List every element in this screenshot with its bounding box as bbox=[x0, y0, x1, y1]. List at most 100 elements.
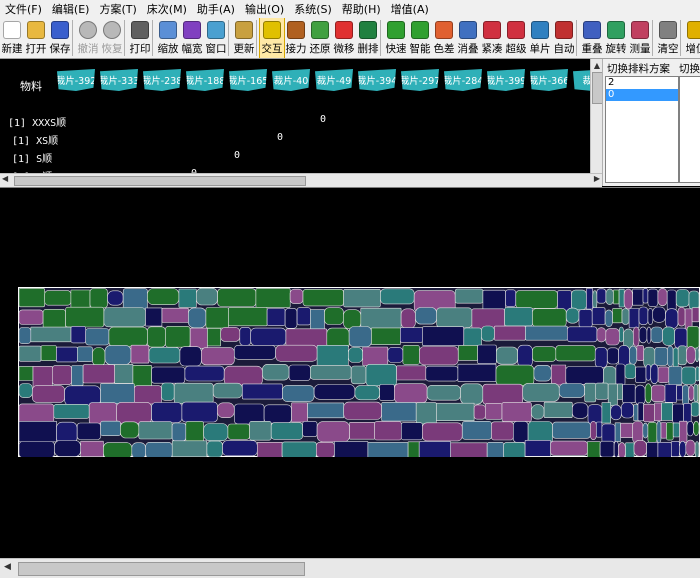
piece-thumbnail[interactable]: 裁片-394 bbox=[358, 69, 396, 91]
marker-piece[interactable] bbox=[684, 403, 692, 423]
marker-piece[interactable] bbox=[19, 442, 54, 458]
marker-piece[interactable] bbox=[218, 289, 256, 307]
marker-piece[interactable] bbox=[334, 441, 368, 457]
scroll-thumb[interactable] bbox=[14, 176, 306, 186]
marker-piece[interactable] bbox=[71, 326, 86, 343]
marker-piece[interactable] bbox=[590, 421, 596, 439]
marker-piece[interactable] bbox=[531, 405, 544, 420]
marker-piece[interactable] bbox=[532, 309, 566, 327]
marker-piece[interactable] bbox=[256, 288, 290, 307]
marker-piece[interactable] bbox=[678, 346, 686, 365]
marker-piece[interactable] bbox=[41, 346, 56, 361]
marker-piece[interactable] bbox=[648, 289, 658, 307]
marker-piece[interactable] bbox=[349, 327, 371, 347]
marker-layout[interactable] bbox=[18, 287, 700, 457]
marker-piece[interactable] bbox=[617, 384, 622, 400]
marker-piece[interactable] bbox=[271, 423, 302, 440]
marker-piece[interactable] bbox=[422, 327, 463, 346]
marker-piece[interactable] bbox=[596, 422, 602, 437]
marker-piece[interactable] bbox=[633, 327, 639, 346]
menu-item[interactable]: 床次(M) bbox=[142, 1, 192, 17]
menu-item[interactable]: 编辑(E) bbox=[47, 1, 95, 17]
toolbar-button-smart[interactable]: 智能 bbox=[408, 18, 432, 56]
marker-piece[interactable] bbox=[19, 346, 41, 361]
piece-thumbnail[interactable]: 裁片-40 bbox=[272, 69, 310, 91]
scroll-left-icon[interactable]: ◀ bbox=[4, 562, 11, 572]
marker-piece[interactable] bbox=[481, 326, 494, 341]
marker-piece[interactable] bbox=[636, 367, 646, 383]
marker-piece[interactable] bbox=[646, 365, 651, 381]
marker-piece[interactable] bbox=[132, 443, 146, 457]
marker-piece[interactable] bbox=[355, 386, 380, 400]
marker-piece[interactable] bbox=[371, 328, 400, 345]
toolbar-button-value-add[interactable]: 增值 bbox=[684, 18, 700, 56]
marker-piece[interactable] bbox=[639, 327, 647, 343]
marker-piece[interactable] bbox=[101, 384, 135, 404]
marker-piece[interactable] bbox=[474, 405, 485, 419]
marker-piece[interactable] bbox=[77, 423, 100, 440]
marker-piece[interactable] bbox=[687, 326, 699, 348]
marker-piece[interactable] bbox=[117, 402, 152, 423]
piece-thumbnail[interactable]: 裁片-238 bbox=[143, 69, 181, 91]
marker-piece[interactable] bbox=[680, 421, 688, 442]
marker-piece[interactable] bbox=[19, 384, 32, 398]
piece-thumbnail[interactable]: 裁片-49 bbox=[315, 69, 353, 91]
marker-piece[interactable] bbox=[666, 309, 679, 329]
marker-piece[interactable] bbox=[694, 384, 698, 402]
marker-piece[interactable] bbox=[673, 348, 678, 368]
toolbar-button-delete-layout[interactable]: 删排 bbox=[356, 18, 380, 56]
marker-piece[interactable] bbox=[611, 405, 622, 420]
marker-piece[interactable] bbox=[83, 365, 115, 383]
marker-piece[interactable] bbox=[204, 424, 228, 441]
marker-piece[interactable] bbox=[655, 347, 668, 365]
marker-piece[interactable] bbox=[101, 421, 121, 436]
marker-piece[interactable] bbox=[629, 346, 636, 365]
marker-piece[interactable] bbox=[494, 326, 525, 340]
marker-piece[interactable] bbox=[572, 290, 587, 310]
toolbar-button-overlap[interactable]: 重叠 bbox=[580, 18, 604, 56]
piece-thumbnail[interactable]: 裁片-392 bbox=[57, 69, 95, 91]
marker-piece[interactable] bbox=[43, 309, 66, 329]
marker-piece[interactable] bbox=[316, 442, 334, 457]
marker-piece[interactable] bbox=[619, 327, 623, 342]
marker-piece[interactable] bbox=[616, 364, 625, 386]
marker-piece[interactable] bbox=[633, 289, 643, 305]
marker-piece[interactable] bbox=[310, 310, 324, 330]
marker-piece[interactable] bbox=[285, 308, 297, 328]
marker-piece[interactable] bbox=[180, 347, 201, 366]
toolbar-button-overlap-remove[interactable]: 消叠 bbox=[456, 18, 480, 56]
marker-piece[interactable] bbox=[626, 443, 635, 457]
marker-piece[interactable] bbox=[648, 308, 653, 324]
marker-piece[interactable] bbox=[653, 307, 666, 322]
marker-piece[interactable] bbox=[645, 384, 652, 403]
marker-piece[interactable] bbox=[658, 288, 667, 305]
marker-piece[interactable] bbox=[635, 385, 645, 405]
marker-piece[interactable] bbox=[380, 289, 414, 304]
menu-item[interactable]: 文件(F) bbox=[0, 1, 47, 17]
menu-item[interactable]: 助手(A) bbox=[192, 1, 240, 17]
marker-piece[interactable] bbox=[186, 421, 204, 441]
marker-piece[interactable] bbox=[506, 290, 516, 307]
marker-piece[interactable] bbox=[694, 421, 700, 435]
toolbar-button-brush[interactable]: 更新 bbox=[232, 18, 256, 56]
menu-item[interactable]: 方案(T) bbox=[94, 1, 141, 17]
marker-piece[interactable] bbox=[103, 443, 131, 457]
marker-piece[interactable] bbox=[397, 366, 426, 380]
marker-piece[interactable] bbox=[221, 327, 240, 341]
marker-piece[interactable] bbox=[251, 328, 286, 345]
marker-piece[interactable] bbox=[597, 328, 606, 342]
canvas-horizontal-scrollbar[interactable]: ◀ bbox=[0, 558, 700, 578]
marker-piece[interactable] bbox=[105, 345, 131, 364]
marker-piece[interactable] bbox=[165, 326, 190, 347]
toolbar-button-trash[interactable]: 清空 bbox=[656, 18, 680, 56]
marker-piece[interactable] bbox=[348, 348, 362, 363]
marker-piece[interactable] bbox=[162, 308, 189, 322]
marker-piece[interactable] bbox=[686, 346, 695, 363]
marker-piece[interactable] bbox=[19, 421, 57, 442]
marker-piece[interactable] bbox=[496, 347, 517, 364]
marker-piece[interactable] bbox=[678, 307, 685, 326]
marker-piece[interactable] bbox=[207, 441, 223, 457]
marker-piece[interactable] bbox=[419, 347, 458, 365]
marker-piece[interactable] bbox=[505, 307, 533, 326]
marker-piece[interactable] bbox=[201, 348, 234, 365]
